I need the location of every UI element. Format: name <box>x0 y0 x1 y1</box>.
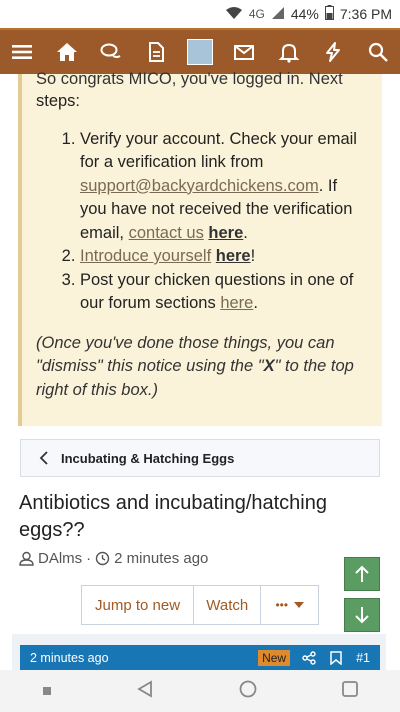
search-icon[interactable] <box>360 34 396 70</box>
share-icon[interactable] <box>302 650 316 665</box>
notice-cut-line: So congrats MICO, you've logged in. Next <box>36 70 343 88</box>
thread-meta: DAlms · 2 minutes ago <box>19 550 208 567</box>
home-icon[interactable] <box>49 34 85 70</box>
meta-separator: · <box>86 550 92 567</box>
step-item: Introduce yourself here! <box>80 245 368 269</box>
post-number[interactable]: #1 <box>356 651 370 665</box>
dismiss-note: (Once you've done those things, you can … <box>36 333 354 399</box>
thread-title: Antibiotics and incubating/hatching eggs… <box>19 492 327 541</box>
post-header: 2 minutes ago New #1 <box>20 645 380 670</box>
step-item: Post your chicken questions in one of ou… <box>80 269 368 316</box>
avatar[interactable] <box>182 34 218 70</box>
menu-icon[interactable] <box>4 34 40 70</box>
breadcrumb-label: Incubating & Hatching Eggs <box>61 450 235 466</box>
arrow-up-icon <box>355 565 369 582</box>
wifi-icon <box>225 6 243 23</box>
more-dots: ••• <box>275 598 289 612</box>
android-nav-bar <box>0 670 400 712</box>
clock: 7:36 PM <box>339 6 392 22</box>
more-options-button[interactable]: ••• <box>261 586 318 624</box>
menu-dot-icon[interactable] <box>42 687 51 695</box>
mail-icon[interactable] <box>226 34 262 70</box>
avatar-image <box>186 39 213 65</box>
home-circle-icon[interactable] <box>239 680 257 703</box>
battery-level: 44% <box>290 6 319 22</box>
chat-icon[interactable] <box>93 34 129 70</box>
forum-here-link[interactable]: here <box>220 294 253 312</box>
bell-icon[interactable] <box>271 34 307 70</box>
breadcrumb[interactable]: Incubating & Hatching Eggs <box>20 439 380 477</box>
scroll-up-button[interactable] <box>344 557 380 591</box>
thread-author[interactable]: DAlms <box>38 550 82 567</box>
thread-actions: Jump to new Watch ••• <box>81 585 319 625</box>
watch-button[interactable]: Watch <box>194 586 262 624</box>
chevron-down-icon <box>294 602 305 608</box>
thread-time[interactable]: 2 minutes ago <box>114 550 208 567</box>
recents-icon[interactable] <box>341 680 358 702</box>
support-email-link[interactable]: support@backyardchickens.com <box>80 177 319 195</box>
scroll-down-button[interactable] <box>344 598 380 632</box>
user-icon <box>19 551 34 566</box>
jump-to-new-button[interactable]: Jump to new <box>82 586 195 624</box>
status-bar: 4G 44% 7:36 PM <box>0 0 400 28</box>
contact-us-link[interactable]: contact us <box>129 224 204 242</box>
step-item: Verify your account. Check your email fo… <box>80 128 368 246</box>
network-label: 4G <box>248 7 265 21</box>
bookmark-icon[interactable] <box>330 650 342 665</box>
new-badge: New <box>258 649 291 666</box>
bolt-icon[interactable] <box>315 34 351 70</box>
arrow-down-icon <box>355 607 369 624</box>
battery-icon <box>324 5 334 23</box>
steps-list: Verify your account. Check your email fo… <box>36 128 368 316</box>
post-time[interactable]: 2 minutes ago <box>30 651 258 665</box>
notice-intro: steps: <box>36 92 81 110</box>
introduce-here-link[interactable]: here <box>216 247 251 265</box>
chevron-left-icon <box>39 451 48 465</box>
clock-icon <box>95 551 110 566</box>
contact-here-link[interactable]: here <box>208 224 243 242</box>
back-icon[interactable] <box>136 679 154 703</box>
document-icon[interactable] <box>138 34 174 70</box>
welcome-notice: So congrats MICO, you've logged in. Next… <box>18 70 382 426</box>
introduce-yourself-link[interactable]: Introduce yourself <box>80 247 211 265</box>
signal-icon <box>271 6 285 23</box>
